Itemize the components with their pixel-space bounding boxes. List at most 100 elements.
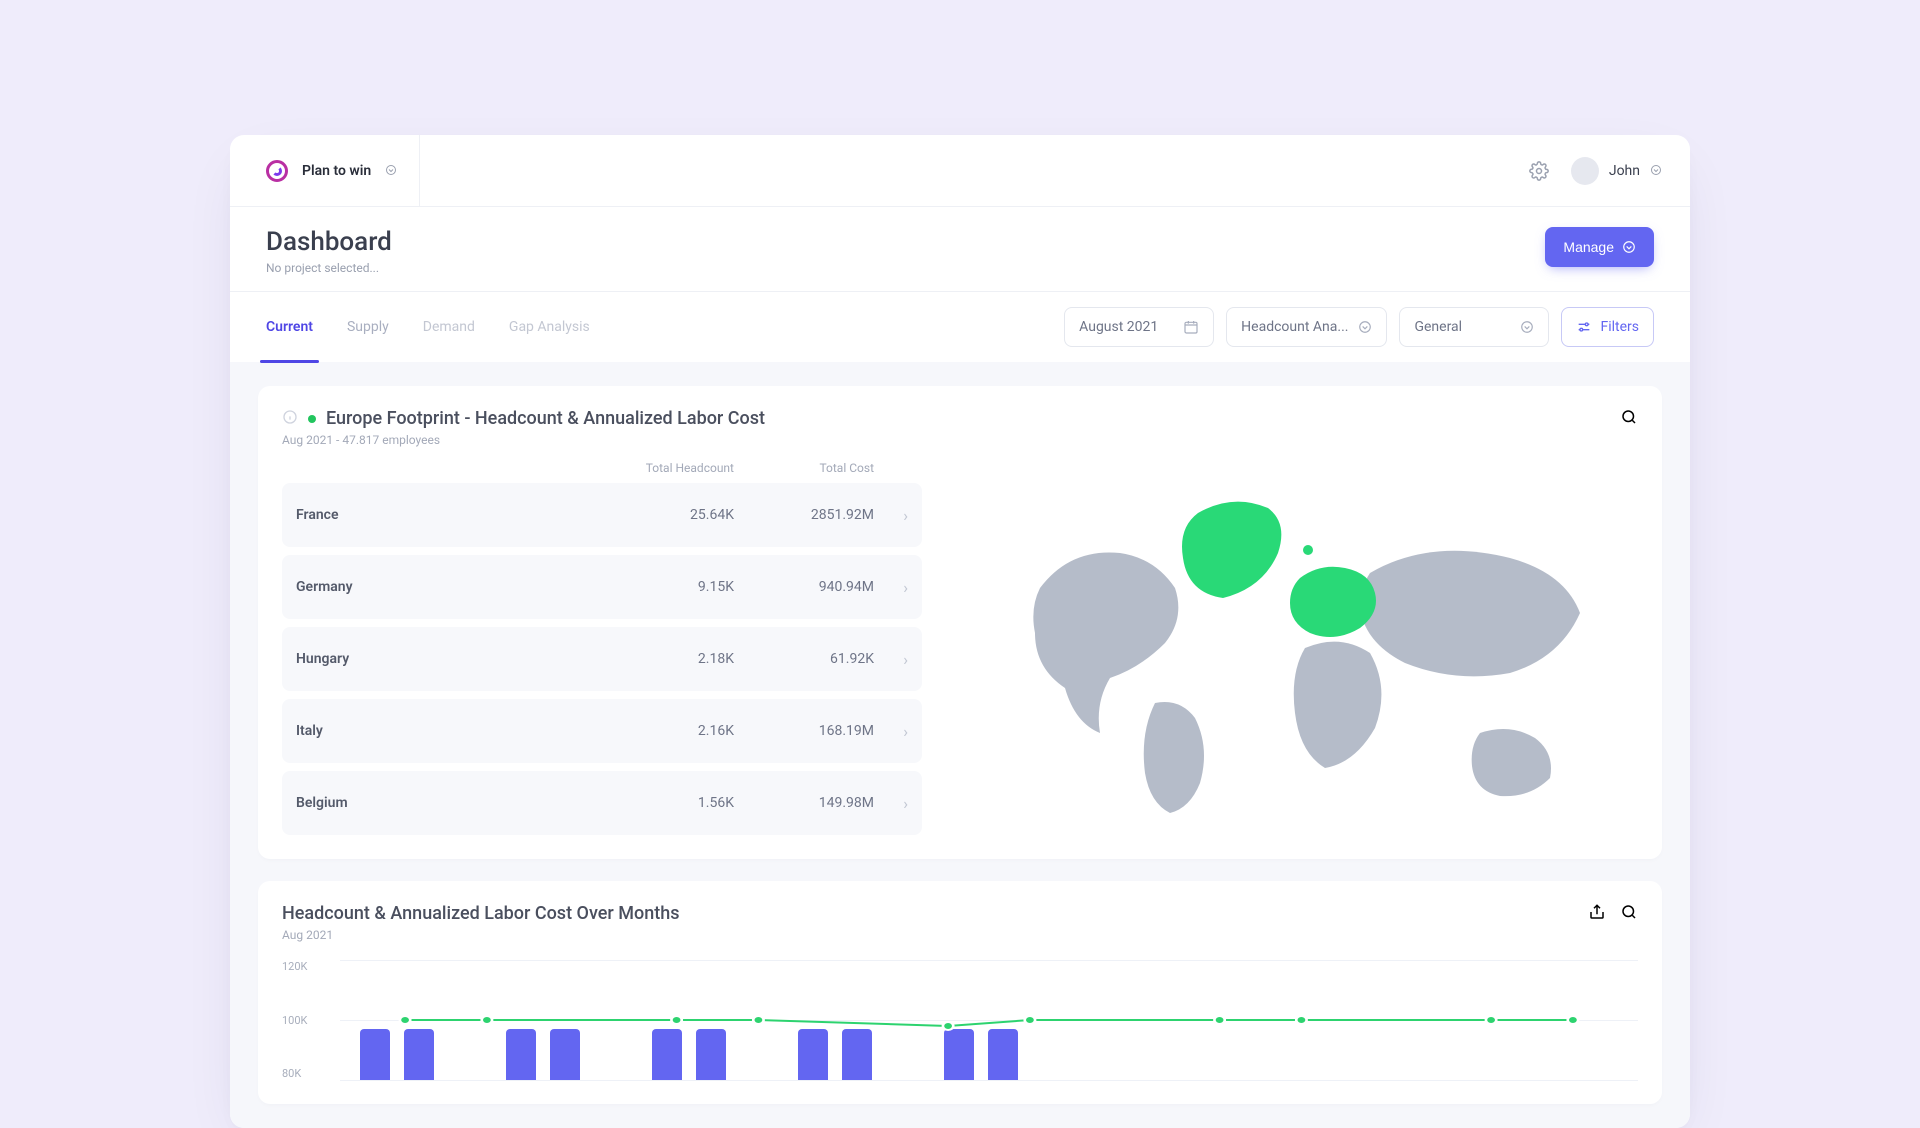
user-menu[interactable]: John <box>1571 157 1662 185</box>
period-value: August 2021 <box>1079 319 1158 335</box>
app-window: Plan to win John Dashboard No project se… <box>230 135 1690 1128</box>
manage-button[interactable]: Manage <box>1545 227 1654 267</box>
tab-row: Current Supply Demand Gap Analysis Augus… <box>230 292 1690 362</box>
page-subtitle: No project selected... <box>266 261 392 275</box>
headcount-value: 1.56K <box>594 795 734 811</box>
country-name: Hungary <box>296 651 594 667</box>
chevron-right-icon: › <box>874 578 908 597</box>
brand-logo-icon <box>266 160 288 182</box>
tab-label: Supply <box>347 319 389 335</box>
cost-value: 2851.92M <box>734 507 874 523</box>
table-row[interactable]: France 25.64K 2851.92M › <box>282 483 922 547</box>
scope-value: General <box>1414 319 1462 335</box>
table-row[interactable]: Italy 2.16K 168.19M › <box>282 699 922 763</box>
chevron-right-icon: › <box>874 506 908 525</box>
region-indicator-dot <box>308 415 316 423</box>
trend-point <box>1568 1016 1578 1024</box>
ytick: 120K <box>282 960 307 973</box>
chevron-down-icon <box>385 161 397 180</box>
tabs: Current Supply Demand Gap Analysis <box>266 292 590 362</box>
trend-point <box>482 1016 492 1024</box>
content-area: Europe Footprint - Headcount & Annualize… <box>230 362 1690 1128</box>
headcount-value: 2.18K <box>594 651 734 667</box>
tab-label: Demand <box>423 319 475 335</box>
chevron-down-icon <box>1358 320 1372 334</box>
trend-point <box>753 1016 763 1024</box>
overtime-subtitle: Aug 2021 <box>282 928 679 942</box>
filters-label: Filters <box>1600 319 1639 335</box>
cost-value: 61.92K <box>734 651 874 667</box>
search-icon <box>1620 903 1638 921</box>
chevron-right-icon: › <box>874 722 908 741</box>
trend-line <box>405 1020 1573 1026</box>
user-name: John <box>1609 163 1640 179</box>
trend-point <box>400 1016 410 1024</box>
chevron-down-icon <box>1622 240 1636 254</box>
chevron-right-icon: › <box>874 794 908 813</box>
country-name: Italy <box>296 723 594 739</box>
page-header: Dashboard No project selected... Manage <box>230 207 1690 292</box>
sliders-icon <box>1576 319 1592 335</box>
tab-label: Current <box>266 319 313 335</box>
footprint-card: Europe Footprint - Headcount & Annualize… <box>258 386 1662 859</box>
world-map[interactable] <box>962 461 1638 835</box>
card-search-button[interactable] <box>1620 408 1638 426</box>
overtime-title: Headcount & Annualized Labor Cost Over M… <box>282 903 679 924</box>
card-search-button[interactable] <box>1620 903 1638 921</box>
cost-value: 940.94M <box>734 579 874 595</box>
period-select[interactable]: August 2021 <box>1064 307 1214 347</box>
tab-demand[interactable]: Demand <box>423 292 475 362</box>
metric-value: Headcount Ana... <box>1241 319 1348 335</box>
chevron-right-icon: › <box>874 650 908 669</box>
world-map-svg <box>1000 478 1600 818</box>
overtime-chart: 120K 100K 80K <box>282 960 1638 1080</box>
share-icon <box>1588 903 1606 921</box>
country-name: France <box>296 507 594 523</box>
country-name: Belgium <box>296 795 594 811</box>
footprint-title: Europe Footprint - Headcount & Annualize… <box>326 408 765 429</box>
topbar: Plan to win John <box>230 135 1690 207</box>
chevron-down-icon <box>1520 320 1534 334</box>
tab-current[interactable]: Current <box>266 292 313 362</box>
trend-point <box>1486 1016 1496 1024</box>
headcount-value: 25.64K <box>594 507 734 523</box>
table-row[interactable]: Germany 9.15K 940.94M › <box>282 555 922 619</box>
headcount-value: 2.16K <box>594 723 734 739</box>
footprint-subtitle: Aug 2021 - 47.817 employees <box>282 433 765 447</box>
calendar-icon <box>1183 319 1199 335</box>
trend-point <box>1214 1016 1224 1024</box>
table-row[interactable]: Belgium 1.56K 149.98M › <box>282 771 922 835</box>
avatar <box>1571 157 1599 185</box>
column-cost: Total Cost <box>734 461 874 475</box>
filters-button[interactable]: Filters <box>1561 307 1654 347</box>
column-headcount: Total Headcount <box>594 461 734 475</box>
cost-value: 168.19M <box>734 723 874 739</box>
trend-point <box>943 1022 953 1030</box>
overtime-card: Headcount & Annualized Labor Cost Over M… <box>258 881 1662 1104</box>
chevron-down-icon <box>1650 161 1662 180</box>
divider <box>419 135 420 206</box>
cost-value: 149.98M <box>734 795 874 811</box>
headcount-value: 9.15K <box>594 579 734 595</box>
trend-point <box>1296 1016 1306 1024</box>
search-icon <box>1620 408 1638 426</box>
manage-button-label: Manage <box>1563 239 1614 255</box>
tab-gap-analysis[interactable]: Gap Analysis <box>509 292 590 362</box>
export-button[interactable] <box>1588 903 1606 921</box>
scope-select[interactable]: General <box>1399 307 1549 347</box>
ytick: 80K <box>282 1067 307 1080</box>
ytick: 100K <box>282 1014 307 1027</box>
settings-button[interactable] <box>1529 161 1549 181</box>
workspace-switcher[interactable]: Plan to win <box>266 160 397 182</box>
tab-supply[interactable]: Supply <box>347 292 389 362</box>
trend-point <box>1025 1016 1035 1024</box>
info-icon <box>282 409 298 429</box>
country-name: Germany <box>296 579 594 595</box>
workspace-name: Plan to win <box>302 163 371 179</box>
trend-point <box>671 1016 681 1024</box>
table-row[interactable]: Hungary 2.18K 61.92K › <box>282 627 922 691</box>
metric-select[interactable]: Headcount Ana... <box>1226 307 1387 347</box>
tab-label: Gap Analysis <box>509 319 590 335</box>
gear-icon <box>1529 161 1549 181</box>
country-table: Total Headcount Total Cost France 25.64K… <box>282 461 922 835</box>
